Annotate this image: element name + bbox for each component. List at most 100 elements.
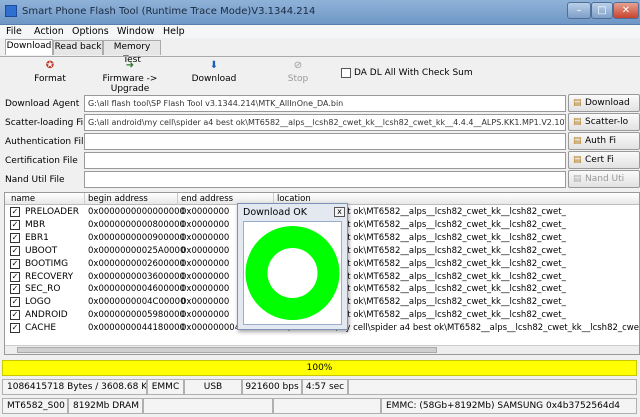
partition-name: ANDROID — [25, 310, 68, 321]
partition-name: LOGO — [25, 297, 51, 308]
dialog-title: Download OK — [243, 207, 307, 218]
minimize-button[interactable]: – — [567, 2, 591, 19]
progress-text: 100% — [306, 363, 333, 373]
da-checksum-checkbox[interactable] — [341, 68, 351, 78]
scatter-button-label: Scatter-lo — [585, 117, 629, 127]
nand-util-button[interactable]: ▤ Nand Uti — [568, 170, 640, 188]
column-divider — [177, 193, 178, 205]
certification-label: Certification File — [5, 156, 78, 166]
menu-help[interactable]: Help — [163, 26, 185, 37]
menu-bar: File Action Options Window Help — [0, 25, 640, 38]
row-checkbox[interactable]: ✓ — [10, 258, 20, 269]
authentication-label: Authentication File — [5, 137, 89, 147]
end-address: 0x0000000 — [181, 258, 230, 269]
download-agent-row: Download Agent G:\all flash tool\SP Flas… — [0, 94, 640, 113]
download-icon: ⬇ — [209, 60, 219, 71]
cert-file-button[interactable]: ▤ Cert Fi — [568, 151, 640, 169]
dialog-body — [243, 221, 342, 325]
tab-strip: Download Read back Memory Test — [0, 38, 640, 65]
download-agent-button[interactable]: ▤ Download — [568, 94, 640, 112]
stop-icon: ⊘ — [293, 60, 303, 71]
end-address: 0x0000000 — [181, 245, 230, 256]
maximize-button[interactable]: □ — [591, 2, 613, 19]
menu-options[interactable]: Options — [72, 26, 109, 37]
end-address: 0x0000000 — [181, 271, 230, 282]
dialog-close-button[interactable]: x — [334, 207, 345, 217]
menu-action[interactable]: Action — [34, 26, 64, 37]
row-checkbox[interactable]: ✓ — [10, 207, 20, 217]
status-blank-2 — [273, 398, 381, 414]
certification-row: Certification File ▤ Cert Fi — [0, 151, 640, 170]
status-storage: EMMC — [147, 379, 184, 395]
row-checkbox[interactable]: ✓ — [10, 232, 20, 243]
horizontal-scrollbar[interactable] — [5, 345, 639, 354]
folder-icon: ▤ — [573, 136, 582, 146]
download-agent-input[interactable]: G:\all flash tool\SP Flash Tool v3.1344.… — [84, 95, 566, 112]
status-bytes: 1086415718 Bytes / 3608.68 KBps — [2, 379, 147, 395]
end-address: 0x0000000 — [181, 232, 230, 243]
row-checkbox[interactable]: ✓ — [10, 219, 20, 230]
status-bar-2: MT6582_S00 8192Mb DRAM EMMC: (58Gb+8192M… — [0, 397, 640, 415]
menu-window[interactable]: Window — [117, 26, 154, 37]
firmware-upgrade-label: Firmware -> Upgrade — [102, 74, 158, 94]
begin-address: 0x0000000004C00000 — [88, 297, 186, 308]
nand-util-row: Nand Util File ▤ Nand Uti — [0, 170, 640, 189]
status-emmc-info: EMMC: (58Gb+8192Mb) SAMSUNG 0x4b3752564d… — [381, 398, 637, 414]
nand-util-button-label: Nand Uti — [585, 174, 625, 184]
scrollbar-thumb[interactable] — [17, 347, 437, 353]
folder-icon: ▤ — [573, 155, 582, 165]
end-address: 0x0000000 — [181, 207, 230, 217]
col-end-address[interactable]: end address — [181, 194, 233, 204]
scatter-input[interactable]: G:\all android\my cell\spider a4 best ok… — [84, 114, 566, 131]
authentication-row: Authentication File ▤ Auth Fi — [0, 132, 640, 151]
auth-file-button[interactable]: ▤ Auth Fi — [568, 132, 640, 150]
row-checkbox[interactable]: ✓ — [10, 284, 20, 295]
success-ring-circle — [245, 226, 340, 320]
begin-address: 0x0000000005980000 — [88, 310, 185, 321]
status-blank-1 — [143, 398, 273, 414]
stop-button[interactable]: ⊘ Stop — [283, 58, 313, 84]
status-port: USB — [184, 379, 242, 395]
status-dram: 8192Mb DRAM — [68, 398, 143, 414]
end-address: 0x0000000 — [181, 297, 230, 308]
folder-icon: ▤ — [573, 117, 582, 127]
row-checkbox[interactable]: ✓ — [10, 323, 20, 334]
col-begin-address[interactable]: begin address — [88, 194, 148, 204]
col-name[interactable]: name — [11, 194, 35, 204]
authentication-input[interactable] — [84, 133, 566, 150]
firmware-upgrade-button[interactable]: ➜ Firmware -> Upgrade — [88, 58, 172, 94]
menu-file[interactable]: File — [6, 26, 22, 37]
row-checkbox[interactable]: ✓ — [10, 245, 20, 256]
tab-memory-test[interactable]: Memory Test — [103, 40, 161, 65]
partition-name: SEC_RO — [25, 284, 61, 295]
scatter-button[interactable]: ▤ Scatter-lo — [568, 113, 640, 131]
download-ok-dialog: Download OK x — [237, 203, 348, 330]
firmware-upgrade-icon: ➜ — [125, 60, 135, 71]
tab-download[interactable]: Download — [5, 39, 53, 55]
download-button[interactable]: ⬇ Download — [190, 58, 238, 84]
format-button[interactable]: ✪ Format — [30, 58, 70, 84]
row-checkbox[interactable]: ✓ — [10, 271, 20, 282]
scatter-label: Scatter-loading File — [5, 118, 92, 128]
certification-input[interactable] — [84, 152, 566, 169]
partition-name: UBOOT — [25, 245, 58, 256]
download-agent-label: Download Agent — [5, 99, 80, 109]
download-agent-button-label: Download — [585, 98, 630, 108]
status-time: 4:57 sec — [302, 379, 348, 395]
nand-util-label: Nand Util File — [5, 175, 65, 185]
tab-read-back[interactable]: Read back — [53, 40, 103, 55]
status-baud: 921600 bps — [242, 379, 302, 395]
row-checkbox[interactable]: ✓ — [10, 310, 20, 321]
partition-name: EBR1 — [25, 232, 49, 243]
begin-address: 0x0000000000000000 — [88, 207, 185, 217]
row-checkbox[interactable]: ✓ — [10, 297, 20, 308]
format-label: Format — [34, 74, 66, 84]
partition-name: CACHE — [25, 323, 57, 334]
partition-name: RECOVERY — [25, 271, 74, 282]
close-button[interactable]: ✕ — [613, 2, 639, 19]
folder-icon: ▤ — [573, 98, 582, 108]
partition-name: BOOTIMG — [25, 258, 69, 269]
cert-file-button-label: Cert Fi — [585, 155, 614, 165]
end-address: 0x0000000 — [181, 219, 230, 230]
nand-util-input[interactable] — [84, 171, 566, 188]
